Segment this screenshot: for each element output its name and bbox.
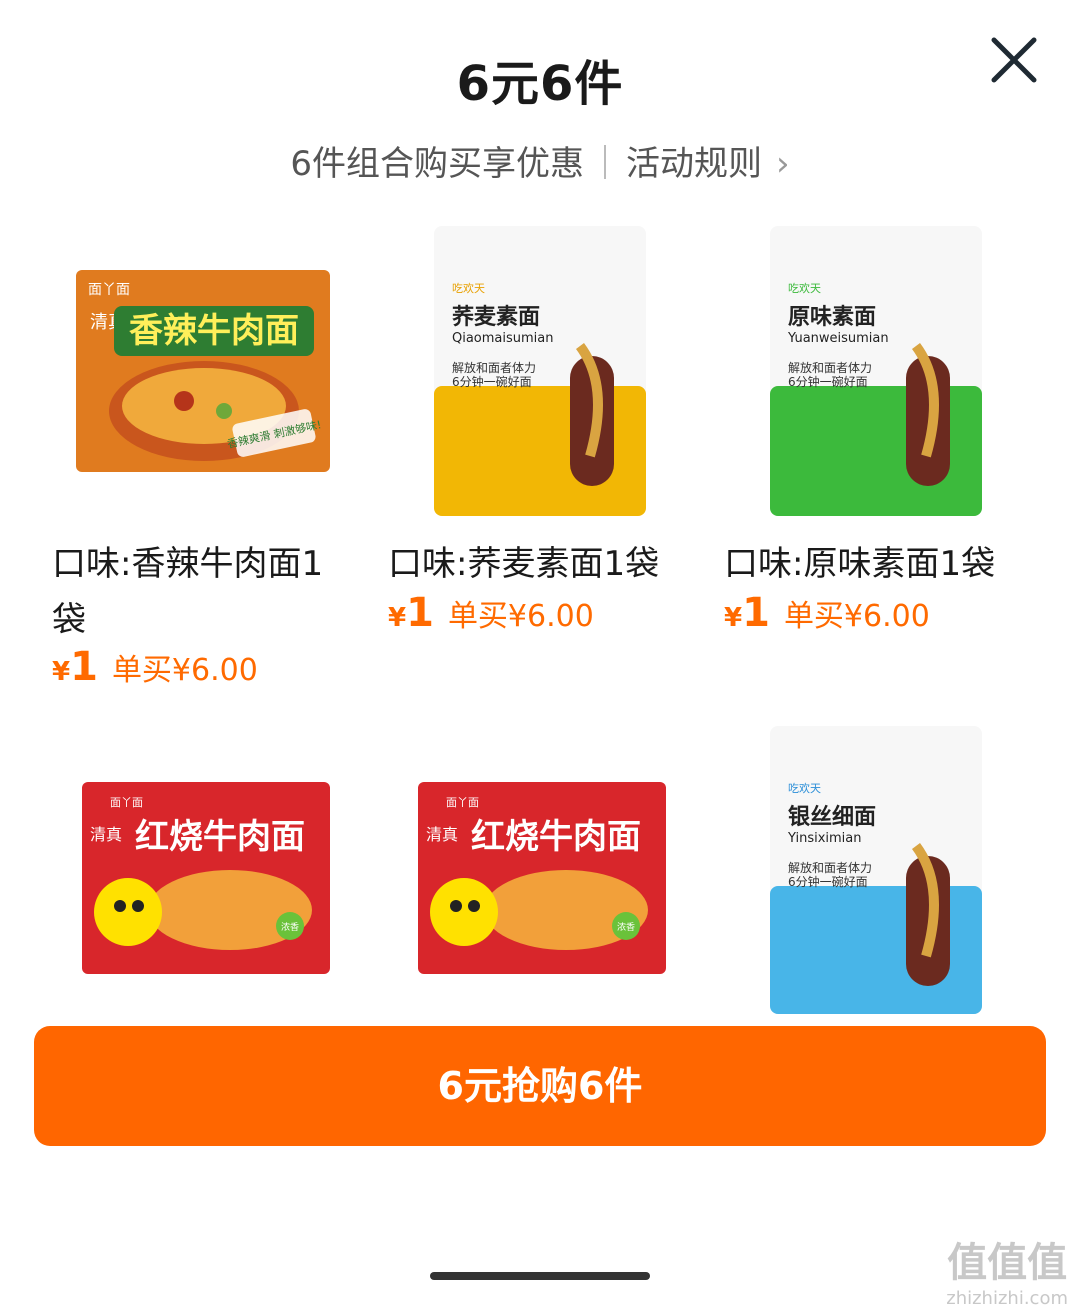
slogan-text: 解放和面者体力 <box>788 360 872 375</box>
tag-text: 浓香 <box>281 922 299 933</box>
original-price: 单买¥6.00 <box>783 599 930 634</box>
brand-text: 吃欢天 <box>452 281 485 295</box>
watermark-url: zhizhizhi.com <box>946 1288 1068 1309</box>
product-image[interactable]: 吃欢天 荞麦素面 Qiaomaisumian 解放和面者体力 6分钟一碗好面 <box>430 226 650 516</box>
product-image[interactable]: 面丫面 清真 香辣牛肉面 香辣爽滑 刺激够味! <box>74 266 332 476</box>
chevron-right-icon[interactable]: › <box>776 144 790 184</box>
tag-text: 浓香 <box>617 922 635 933</box>
currency-symbol: ¥ <box>724 603 743 633</box>
brand-text: 面丫面 <box>88 282 130 298</box>
brand-text: 吃欢天 <box>788 281 821 295</box>
halal-text: 清真 <box>90 825 122 844</box>
package-title: 红烧牛肉面 <box>135 817 305 857</box>
slogan-text: 6分钟一碗好面 <box>452 374 532 389</box>
package-title: 荞麦素面 <box>452 304 540 330</box>
price-row: ¥1 单买¥6.00 <box>388 590 594 636</box>
bottom-sheet: 6元6件 6件组合购买享优惠 活动规则 › 面丫面 清真 香辣牛肉面 香辣爽滑 刺激… <box>0 0 1080 1312</box>
rules-link[interactable]: 活动规则 <box>626 144 762 184</box>
package-title: 原味素面 <box>788 304 876 330</box>
watermark: 值值值 zhizhizhi.com <box>946 1230 1068 1309</box>
product-image[interactable]: 面丫面 清真 红烧牛肉面 浓香 <box>80 780 332 976</box>
pinyin-text: Yinsiximian <box>787 831 862 846</box>
deal-price: 1 <box>70 644 98 690</box>
package-bg <box>434 386 646 516</box>
price-row: ¥1 单买¥6.00 <box>724 590 930 636</box>
package-title: 红烧牛肉面 <box>471 817 641 857</box>
brand-text: 吃欢天 <box>788 781 821 795</box>
package-title: 银丝细面 <box>788 804 876 830</box>
halal-text: 清真 <box>426 825 458 844</box>
slogan-text: 6分钟一碗好面 <box>788 874 868 889</box>
product-name: 口味:原味素面1袋 <box>724 544 996 584</box>
pinyin-text: Yuanweisumian <box>787 331 889 346</box>
home-indicator[interactable] <box>430 1272 650 1280</box>
package-title: 香辣牛肉面 <box>129 311 299 351</box>
currency-symbol: ¥ <box>388 603 407 633</box>
currency-symbol: ¥ <box>52 657 71 687</box>
product-name: 口味:荞麦素面1袋 <box>388 544 660 584</box>
slogan-text: 6分钟一碗好面 <box>788 374 868 389</box>
product-image[interactable]: 吃欢天 原味素面 Yuanweisumian 解放和面者体力 6分钟一碗好面 <box>766 226 986 516</box>
package-bg <box>770 386 982 516</box>
promo-subtitle: 6件组合购买享优惠 <box>290 144 585 184</box>
deal-price: 1 <box>406 590 434 636</box>
subtitle-row: 6件组合购买享优惠 活动规则 › <box>0 136 1080 185</box>
pinyin-text: Qiaomaisumian <box>452 331 554 346</box>
brand-text: 面丫面 <box>446 796 479 809</box>
deal-price: 1 <box>742 590 770 636</box>
slogan-text: 解放和面者体力 <box>452 360 536 375</box>
close-icon[interactable] <box>988 34 1040 86</box>
sheet-title: 6元6件 <box>456 56 624 112</box>
package-bg <box>770 886 982 1014</box>
slogan-text: 解放和面者体力 <box>788 860 872 875</box>
buy-button[interactable]: 6元抢购6件 <box>34 1026 1046 1146</box>
watermark-logo: 值值值 <box>947 1240 1068 1286</box>
product-image[interactable]: 面丫面 清真 红烧牛肉面 浓香 <box>416 780 668 976</box>
original-price: 单买¥6.00 <box>447 599 594 634</box>
original-price: 单买¥6.00 <box>111 653 258 688</box>
price-row: ¥1 单买¥6.00 <box>52 644 258 690</box>
brand-text: 面丫面 <box>110 796 143 809</box>
product-name: 口味:香辣牛肉面1袋 <box>52 544 324 640</box>
product-image[interactable]: 吃欢天 银丝细面 Yinsiximian 解放和面者体力 6分钟一碗好面 <box>766 726 986 1014</box>
divider <box>604 145 607 179</box>
